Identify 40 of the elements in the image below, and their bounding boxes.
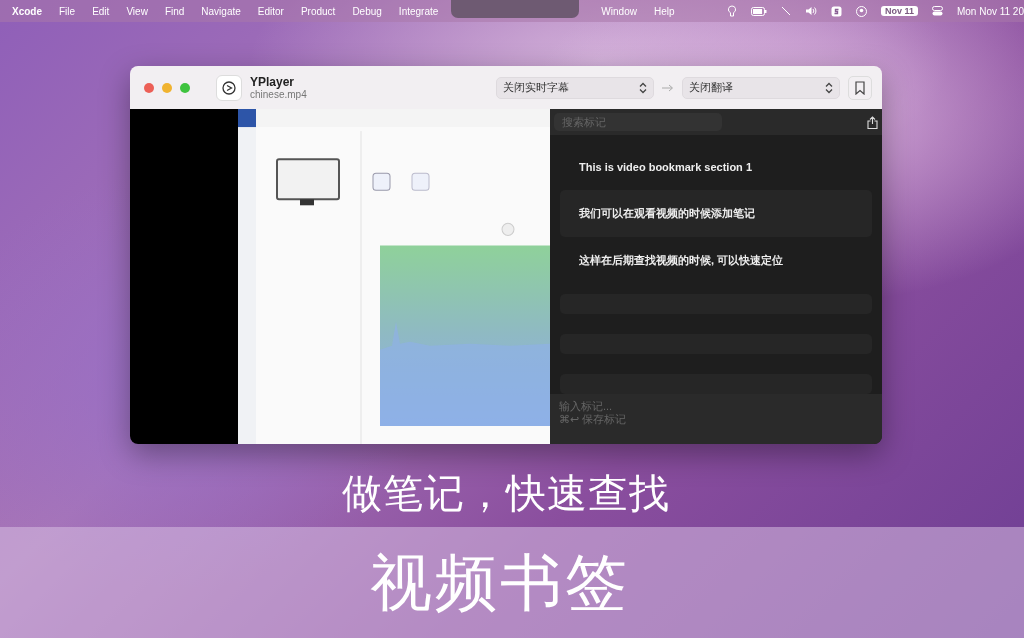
zoom-button[interactable] bbox=[180, 82, 190, 93]
subtitle-select[interactable]: 关闭实时字幕 bbox=[496, 76, 654, 99]
menu-item[interactable]: Edit bbox=[92, 5, 110, 17]
control-center-icon[interactable] bbox=[931, 6, 943, 16]
arrow-icon bbox=[662, 83, 674, 92]
bookmark-row[interactable]: 这样在后期查找视频的时候, 可以快速定位 bbox=[560, 237, 872, 284]
menu-clock[interactable]: Mon Nov 11 20 bbox=[956, 5, 1024, 17]
user-icon[interactable] bbox=[855, 5, 867, 17]
chevron-updown-icon bbox=[639, 81, 647, 94]
pin-icon[interactable] bbox=[726, 5, 737, 17]
bookmark-row[interactable]: 我们可以在观看视频的时候添加笔记 bbox=[560, 190, 872, 237]
volume-icon[interactable] bbox=[804, 6, 817, 16]
menu-item[interactable]: Integrate bbox=[398, 5, 439, 17]
menu-item[interactable]: File bbox=[59, 5, 76, 17]
menu-item[interactable]: View bbox=[126, 5, 148, 17]
bookmark-button[interactable] bbox=[848, 75, 872, 100]
menu-item[interactable]: Navigate bbox=[201, 5, 241, 17]
menu-item[interactable]: Find bbox=[164, 5, 185, 17]
menu-item[interactable]: Help bbox=[653, 5, 675, 17]
file-name: chinese.mp4 bbox=[250, 89, 307, 100]
share-icon[interactable] bbox=[867, 115, 878, 129]
app-menu[interactable]: Xcode bbox=[12, 5, 42, 17]
close-button[interactable] bbox=[144, 82, 154, 93]
date-badge[interactable]: Nov 11 bbox=[880, 6, 918, 16]
menu-item[interactable]: Product bbox=[300, 5, 336, 17]
bookmark-row[interactable]: This is video bookmark section 1 bbox=[560, 143, 872, 190]
window-title: YPlayer bbox=[250, 75, 296, 89]
battery-icon[interactable] bbox=[750, 6, 767, 16]
app-status-icon[interactable] bbox=[830, 5, 842, 17]
bookmark-icon bbox=[855, 80, 865, 95]
banner-title: 视频书签 bbox=[370, 546, 630, 619]
menu-item[interactable]: Debug bbox=[352, 5, 382, 17]
chevron-updown-icon bbox=[825, 81, 833, 94]
caption: 做笔记，快速查找 bbox=[342, 470, 670, 517]
menu-item[interactable]: Editor bbox=[257, 5, 284, 17]
app-icon bbox=[216, 74, 242, 101]
translation-select[interactable]: 关闭翻译 bbox=[682, 76, 840, 99]
slash-icon[interactable] bbox=[780, 6, 791, 16]
menu-item[interactable]: Window bbox=[601, 5, 637, 17]
minimize-button[interactable] bbox=[162, 82, 172, 93]
